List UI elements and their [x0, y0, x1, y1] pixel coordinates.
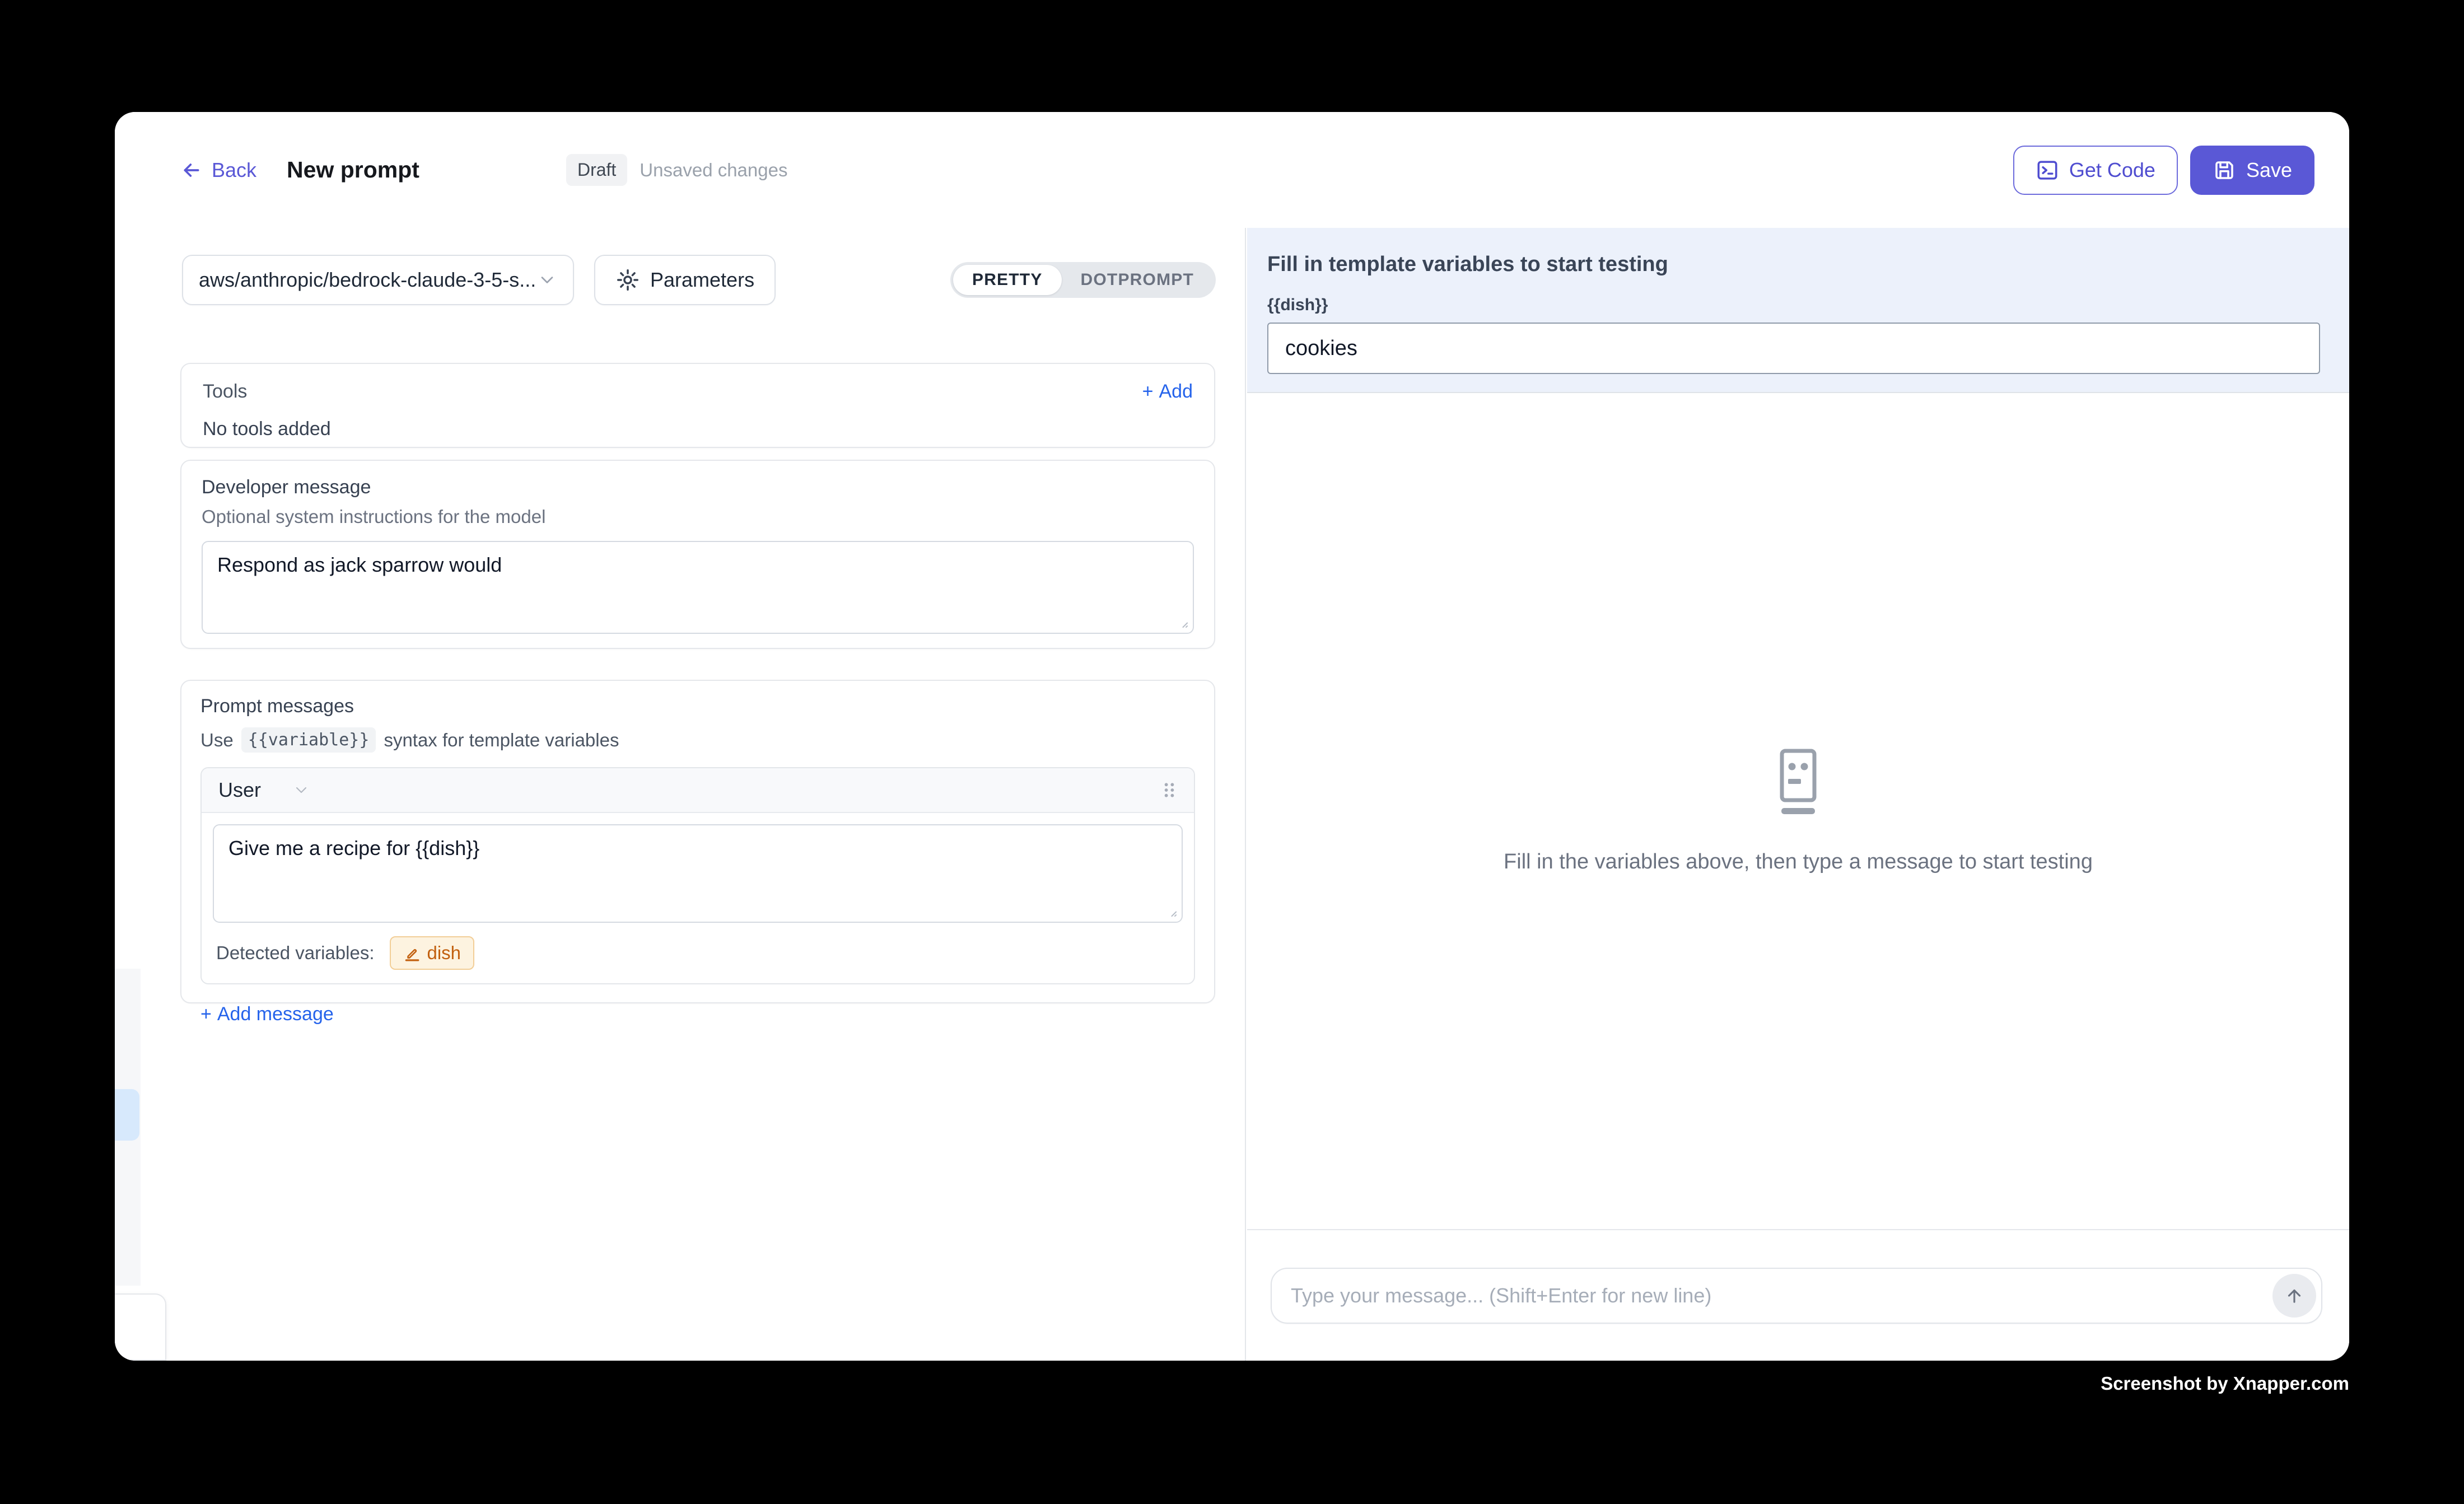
prompt-editor-pane: aws/anthropic/bedrock-claude-3-5-s... Pa…	[115, 228, 1246, 1361]
toggle-pretty[interactable]: PRETTY	[953, 265, 1062, 295]
variable-name-label: {{dish}}	[1267, 296, 2321, 315]
drag-handle-icon[interactable]	[1161, 779, 1177, 801]
save-button[interactable]: Save	[2190, 146, 2314, 195]
send-button[interactable]	[2272, 1274, 2316, 1318]
resize-grip-icon[interactable]	[1177, 617, 1189, 629]
message-block: User Give me a recipe for {{dish}}	[200, 767, 1195, 984]
add-message-button[interactable]: + Add message	[200, 1003, 334, 1025]
chevron-down-icon	[537, 270, 557, 290]
developer-message-title: Developer message	[202, 477, 1194, 498]
developer-message-subtitle: Optional system instructions for the mod…	[202, 506, 1194, 527]
watermark-text: Screenshot by Xnapper.com	[2101, 1373, 2349, 1394]
parameters-button[interactable]: Parameters	[594, 255, 776, 305]
message-role-selector[interactable]: User	[218, 778, 310, 802]
gear-icon	[615, 268, 640, 292]
app-window: Back New prompt Draft Unsaved changes Ge…	[115, 112, 2349, 1361]
chevron-down-icon	[292, 781, 310, 799]
robot-face-icon	[1770, 748, 1826, 818]
get-code-button[interactable]: Get Code	[2013, 146, 2178, 195]
resize-grip-icon[interactable]	[1166, 906, 1178, 918]
add-tool-button[interactable]: + Add	[1142, 381, 1193, 403]
template-variables-section: Fill in template variables to start test…	[1247, 228, 2349, 393]
tools-card: Tools + Add No tools added	[180, 363, 1215, 448]
back-arrow-icon	[180, 159, 203, 181]
tools-empty-text: No tools added	[203, 418, 1193, 440]
test-pane: Fill in template variables to start test…	[1247, 228, 2349, 1361]
terminal-icon	[2036, 158, 2059, 182]
unsaved-changes-note: Unsaved changes	[640, 160, 787, 181]
toggle-dotprompt[interactable]: DOTPROMPT	[1062, 265, 1213, 295]
prompt-messages-card: Prompt messages Use {{variable}} syntax …	[180, 680, 1215, 1003]
tools-title: Tools	[203, 381, 247, 403]
plus-icon: +	[200, 1003, 212, 1025]
edit-pencil-icon	[403, 945, 420, 961]
page-title: New prompt	[287, 157, 419, 183]
prompt-messages-title: Prompt messages	[200, 695, 1195, 717]
empty-state: Fill in the variables above, then type a…	[1504, 748, 2093, 874]
detected-variables-label: Detected variables:	[216, 942, 374, 964]
developer-message-card: Developer message Optional system instru…	[180, 460, 1215, 649]
variable-syntax-chip: {{variable}}	[241, 727, 376, 753]
message-textarea[interactable]: Give me a recipe for {{dish}}	[213, 824, 1183, 923]
model-selector[interactable]: aws/anthropic/bedrock-claude-3-5-s...	[182, 255, 574, 305]
variable-chip-dish[interactable]: dish	[390, 936, 474, 970]
chat-output-area: Fill in the variables above, then type a…	[1247, 393, 2349, 1230]
status-badge: Draft	[566, 154, 627, 186]
back-button[interactable]: Back	[180, 158, 256, 182]
plus-icon: +	[1142, 381, 1154, 403]
model-selector-value: aws/anthropic/bedrock-claude-3-5-s...	[199, 268, 537, 292]
header: Back New prompt Draft Unsaved changes Ge…	[115, 112, 2349, 228]
template-syntax-hint: Use {{variable}} syntax for template var…	[200, 727, 1195, 753]
arrow-up-icon	[2284, 1285, 2305, 1306]
chat-message-input[interactable]	[1271, 1268, 2322, 1324]
empty-state-text: Fill in the variables above, then type a…	[1504, 850, 2093, 874]
message-composer	[1247, 1230, 2349, 1361]
developer-message-textarea[interactable]: Respond as jack sparrow would	[202, 541, 1194, 634]
model-bar: aws/anthropic/bedrock-claude-3-5-s... Pa…	[182, 255, 1216, 305]
view-mode-toggle: PRETTY DOTPROMPT	[950, 262, 1216, 298]
save-floppy-icon	[2213, 158, 2236, 182]
back-label: Back	[212, 158, 256, 182]
variables-section-title: Fill in template variables to start test…	[1267, 253, 2321, 277]
variable-value-input[interactable]	[1267, 323, 2320, 374]
